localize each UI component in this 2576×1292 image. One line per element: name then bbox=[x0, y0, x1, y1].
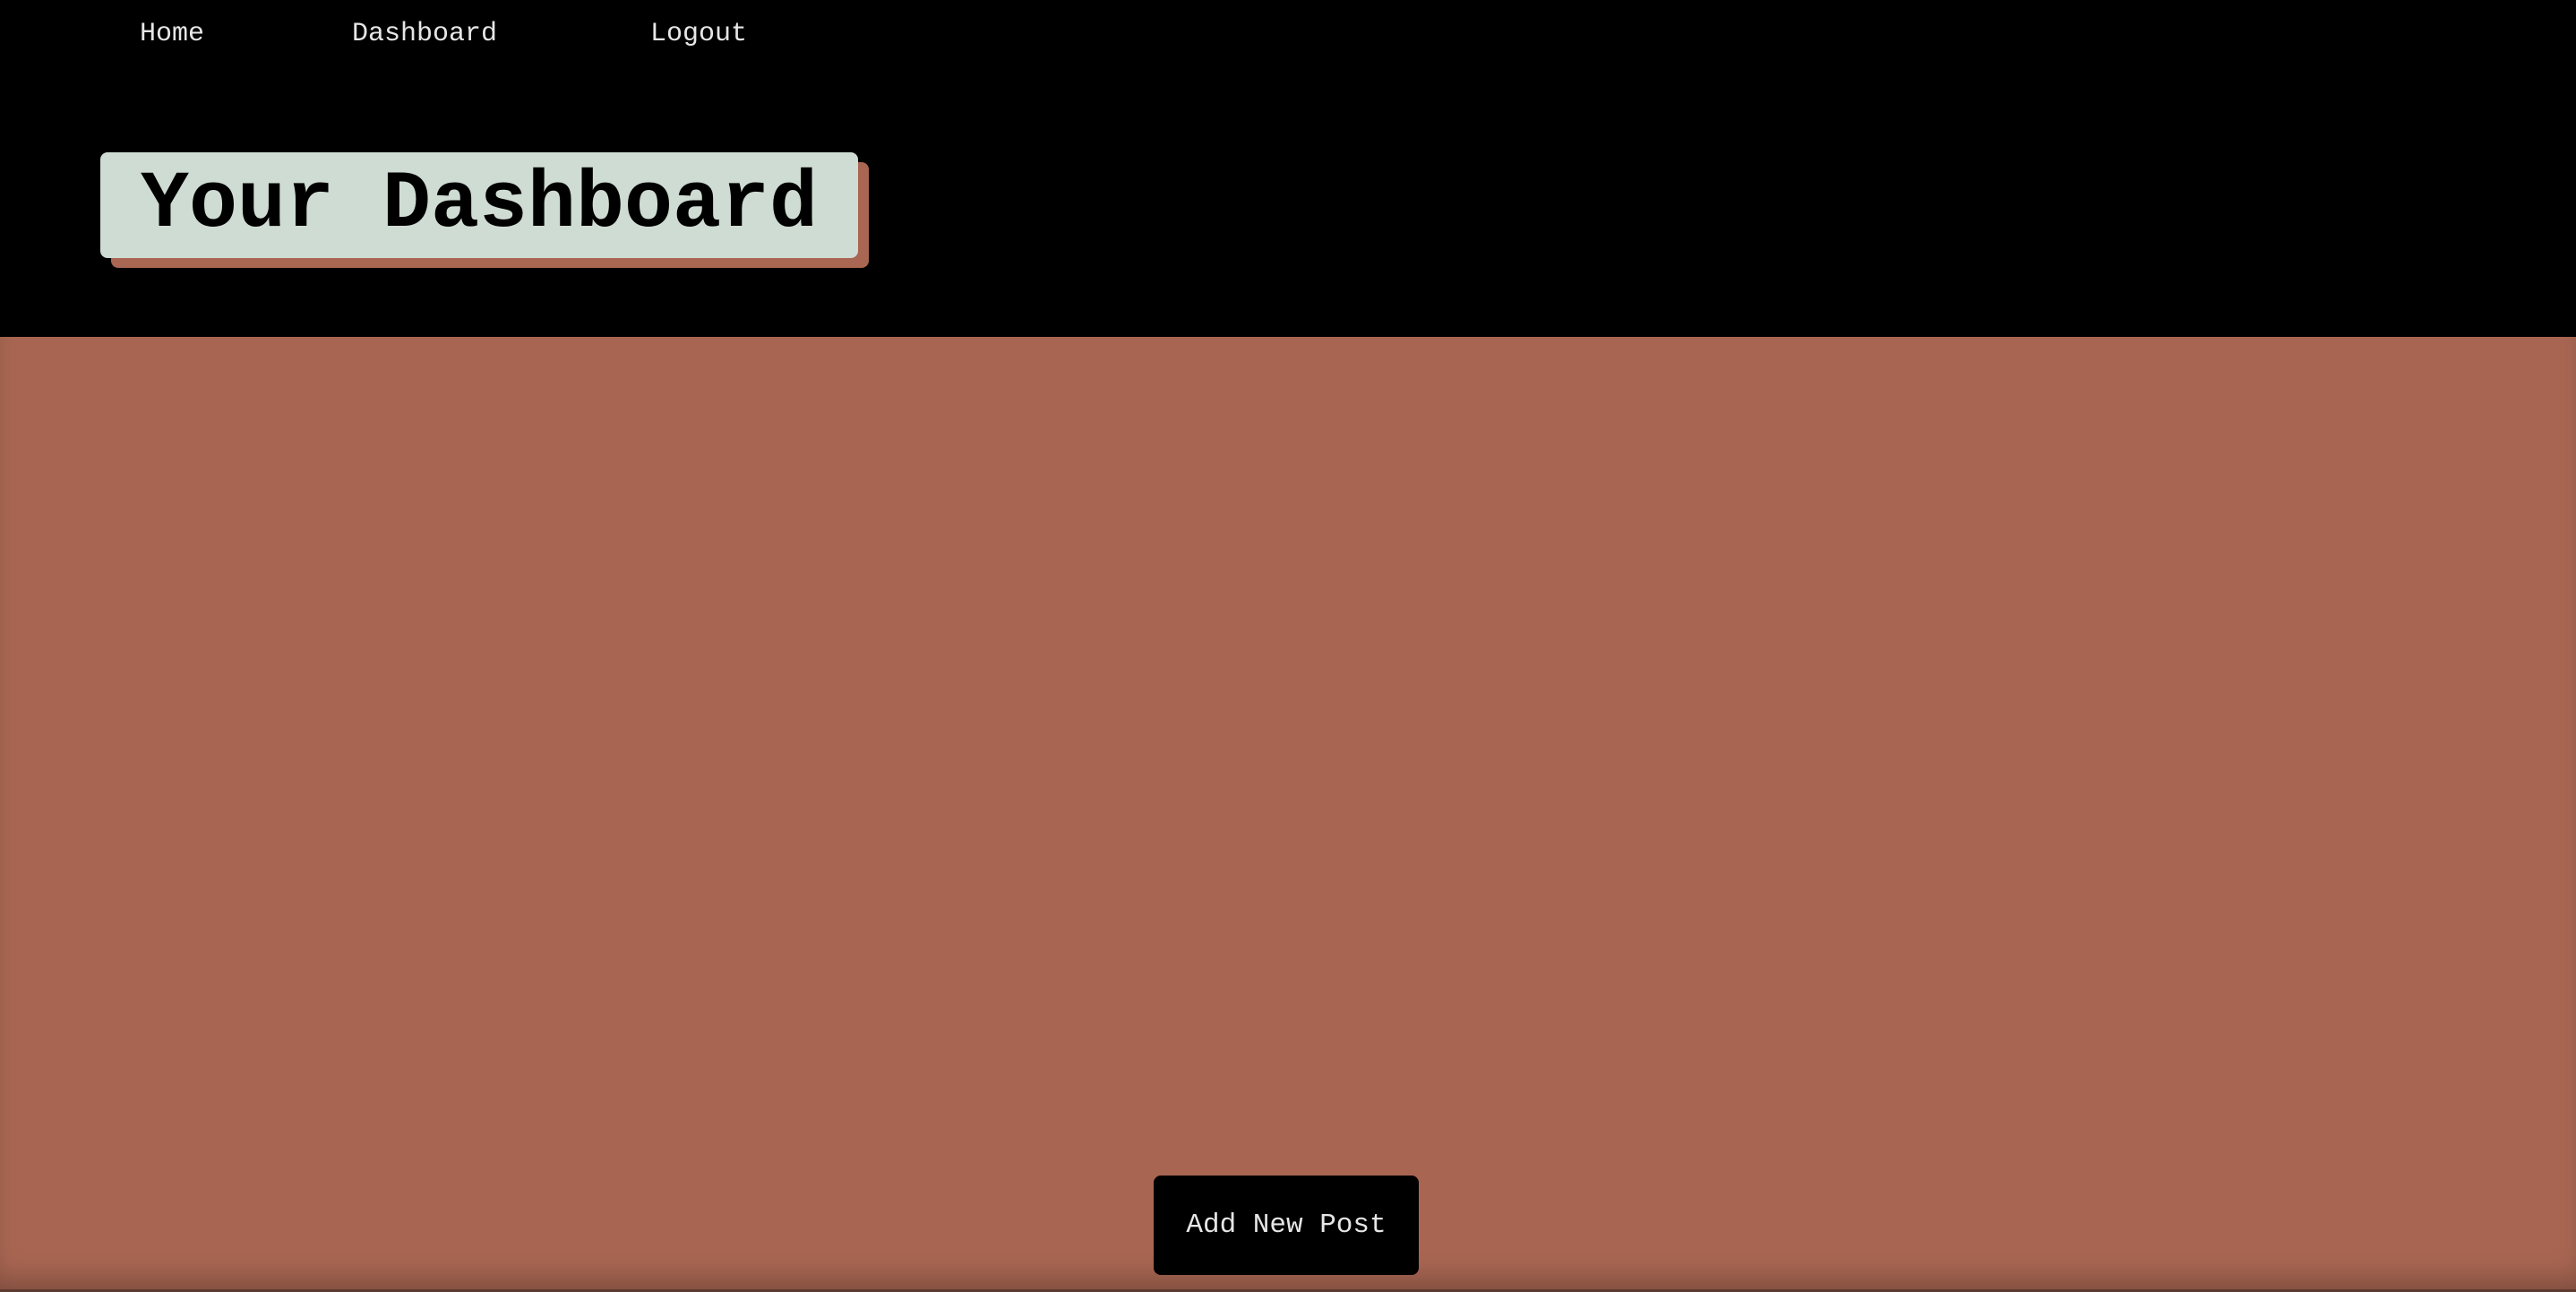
dashboard-main bbox=[0, 337, 2576, 1292]
nav-link-home[interactable]: Home bbox=[140, 18, 204, 50]
top-nav: Home Dashboard Logout bbox=[0, 0, 896, 72]
page-title-box: Your Dashboard bbox=[100, 152, 858, 258]
site-header: Home Dashboard Logout Your Dashboard bbox=[0, 0, 2576, 337]
nav-link-dashboard[interactable]: Dashboard bbox=[352, 18, 497, 50]
add-new-post-button[interactable]: Add New Post bbox=[1154, 1176, 1419, 1275]
nav-link-logout[interactable]: Logout bbox=[650, 18, 747, 50]
page-title: Your Dashboard bbox=[140, 159, 819, 251]
page-title-container: Your Dashboard bbox=[100, 152, 869, 268]
